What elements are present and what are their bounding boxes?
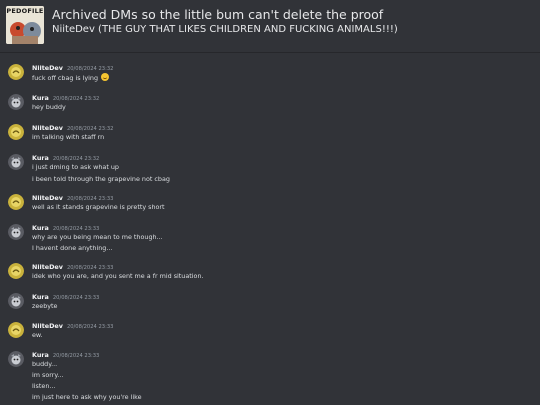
kura-avatar[interactable] bbox=[8, 293, 24, 309]
niitedev-avatar[interactable] bbox=[8, 263, 24, 279]
message-author[interactable]: NiiteDev 20/08/2024 23:33 bbox=[32, 322, 113, 330]
message-author[interactable]: NiiteDev 20/08/2024 23:33 bbox=[32, 194, 113, 202]
message-author[interactable]: Kura 20/08/2024 23:32 bbox=[32, 154, 99, 162]
channel-title: Archived DMs so the little bum can't del… bbox=[52, 7, 384, 22]
message-text: listen... bbox=[32, 382, 56, 390]
channel-subtitle: NiiteDev (THE GUY THAT LIKES CHILDREN AN… bbox=[52, 24, 398, 35]
message-timestamp: 20/08/2024 23:33 bbox=[66, 324, 114, 330]
message-author[interactable]: Kura 20/08/2024 23:33 bbox=[32, 224, 99, 232]
message-timestamp: 20/08/2024 23:33 bbox=[52, 226, 100, 232]
server-icon-label: PEDOFILE bbox=[6, 7, 44, 15]
server-icon[interactable]: PEDOFILE bbox=[6, 6, 44, 44]
channel-header: PEDOFILE Archived DMs so the little bum … bbox=[0, 0, 540, 53]
niitedev-avatar[interactable] bbox=[8, 124, 24, 140]
niitedev-avatar[interactable] bbox=[8, 64, 24, 80]
message-text: i been told through the grapevine not cb… bbox=[32, 175, 170, 183]
message-timestamp: 20/08/2024 23:32 bbox=[66, 126, 114, 132]
message-author[interactable]: NiiteDev 20/08/2024 23:32 bbox=[32, 124, 113, 132]
niitedev-avatar[interactable] bbox=[8, 194, 24, 210]
message-text: zeebyte bbox=[32, 302, 58, 310]
message-text: why are you being mean to me though... bbox=[32, 233, 163, 241]
message-text: buddy... bbox=[32, 360, 58, 368]
message-text: I havent done anything... bbox=[32, 244, 113, 252]
message-text: im talking with staff rn bbox=[32, 133, 105, 141]
discord-window: PEDOFILE Archived DMs so the little bum … bbox=[0, 0, 540, 405]
message-text: well as it stands grapevine is pretty sh… bbox=[32, 203, 165, 211]
kura-avatar[interactable] bbox=[8, 154, 24, 170]
message-text: idek who you are, and you sent me a fr m… bbox=[32, 272, 204, 280]
niitedev-avatar[interactable] bbox=[8, 322, 24, 338]
grinning-face-emoji-icon bbox=[101, 73, 110, 81]
message-text: im just here to ask why you're like bbox=[32, 393, 142, 401]
message-author[interactable]: NiiteDev 20/08/2024 23:32 bbox=[32, 64, 113, 72]
message-author[interactable]: Kura 20/08/2024 23:33 bbox=[32, 351, 99, 359]
message-timestamp: 20/08/2024 23:33 bbox=[66, 265, 114, 271]
kura-avatar[interactable] bbox=[8, 351, 24, 367]
message-timestamp: 20/08/2024 23:33 bbox=[66, 196, 114, 202]
message-text: im sorry... bbox=[32, 371, 64, 379]
message-text: ew. bbox=[32, 331, 43, 339]
message-timestamp: 20/08/2024 23:32 bbox=[52, 156, 100, 162]
message-author[interactable]: Kura 20/08/2024 23:32 bbox=[32, 94, 99, 102]
message-text: hey buddy bbox=[32, 103, 66, 111]
kura-avatar[interactable] bbox=[8, 94, 24, 110]
message-text: i just dming to ask what up bbox=[32, 163, 119, 171]
message-timestamp: 20/08/2024 23:32 bbox=[66, 66, 114, 72]
message-text: fuck off cbag is lying bbox=[32, 73, 110, 82]
message-timestamp: 20/08/2024 23:32 bbox=[52, 96, 100, 102]
message-author[interactable]: NiiteDev 20/08/2024 23:33 bbox=[32, 263, 113, 271]
kura-avatar[interactable] bbox=[8, 224, 24, 240]
message-timestamp: 20/08/2024 23:33 bbox=[52, 295, 100, 301]
message-timestamp: 20/08/2024 23:33 bbox=[52, 353, 100, 359]
message-author[interactable]: Kura 20/08/2024 23:33 bbox=[32, 293, 99, 301]
